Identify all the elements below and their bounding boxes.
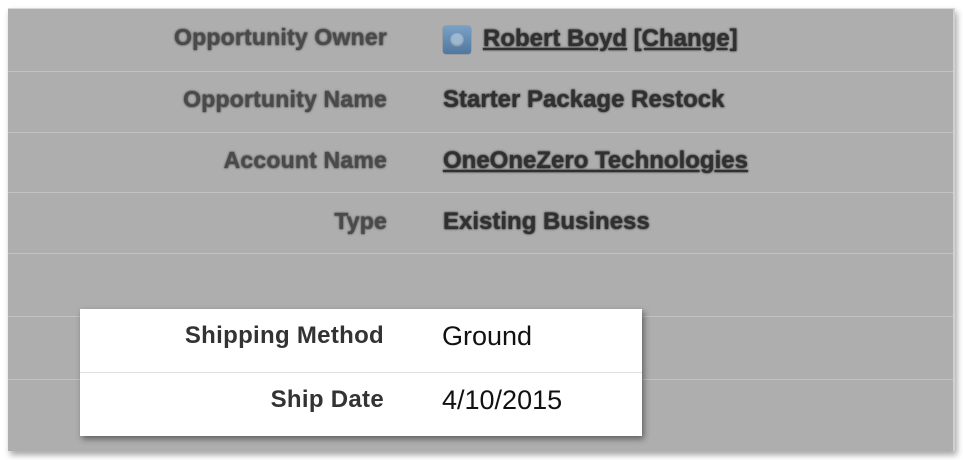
owner-label: Opportunity Owner bbox=[174, 24, 387, 50]
detail-row-type: Type Existing Business bbox=[8, 193, 953, 254]
shipping-method-row: Shipping Method Ground bbox=[80, 309, 642, 373]
account-name-label: Account Name bbox=[223, 147, 387, 173]
owner-name-link[interactable]: Robert Boyd bbox=[483, 25, 627, 52]
owner-change-link[interactable]: [Change] bbox=[634, 25, 738, 52]
screenshot-frame: Opportunity Owner Robert Boyd [Change] O… bbox=[0, 0, 963, 460]
ship-date-value: 4/10/2015 bbox=[442, 385, 563, 415]
detail-row-account-name: Account Name OneOneZero Technologies bbox=[8, 133, 953, 193]
opportunity-name-value: Starter Package Restock bbox=[443, 86, 725, 113]
account-name-link[interactable]: OneOneZero Technologies bbox=[443, 147, 748, 175]
detail-row-shipping-dimmed bbox=[8, 254, 953, 317]
owner-value: Robert Boyd [Change] bbox=[483, 25, 738, 53]
highlighted-shipping-fields: Shipping Method Ground Ship Date 4/10/20… bbox=[80, 309, 642, 436]
user-avatar-icon bbox=[443, 26, 471, 54]
ship-date-row: Ship Date 4/10/2015 bbox=[80, 373, 642, 436]
opportunity-name-label: Opportunity Name bbox=[183, 86, 387, 112]
shipping-method-label: Shipping Method bbox=[184, 322, 384, 349]
type-label: Type bbox=[334, 208, 387, 234]
detail-row-owner: Opportunity Owner Robert Boyd [Change] bbox=[8, 9, 953, 72]
type-value: Existing Business bbox=[443, 208, 650, 235]
ship-date-label: Ship Date bbox=[270, 386, 384, 413]
detail-row-opportunity-name: Opportunity Name Starter Package Restock bbox=[8, 72, 953, 133]
shipping-method-value: Ground bbox=[442, 321, 533, 351]
